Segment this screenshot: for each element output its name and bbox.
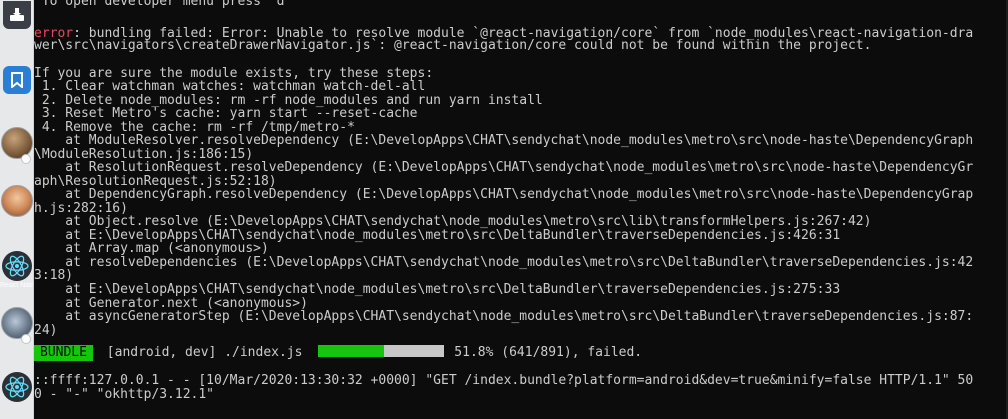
bookmark-app[interactable] (0, 62, 33, 98)
stack-line: at DependencyGraph.resolveDependency (E:… (34, 187, 974, 202)
bundle-status: 51.8% (641/891), failed. (454, 345, 643, 360)
react-native-label: React Native (0, 282, 33, 289)
stack-line: at resolveDependencies (E:\DevelopApps\C… (34, 255, 974, 270)
bundle-badge: BUNDLE (34, 345, 93, 361)
notification-dot-icon (21, 334, 31, 344)
avatar (0, 185, 33, 217)
taskbar-dock: React Native (0, 0, 34, 419)
bundle-progress-bar (318, 345, 445, 357)
header-line: To open developer menu press "d" (34, 0, 293, 9)
notification-dot-icon (21, 154, 31, 164)
react-native-app-1[interactable]: React Native (0, 238, 33, 294)
download-icon (2, 1, 31, 29)
terminal-output[interactable]: To open developer menu press "d" error: … (34, 0, 1008, 419)
bundle-status-line: BUNDLE [android, dev] ./index.js 51.8% (… (34, 345, 642, 361)
avatar-app-1[interactable] (0, 120, 33, 166)
react-logo-icon (1, 251, 32, 281)
avatar-app-3[interactable] (0, 300, 33, 346)
bundle-progress-fill (318, 345, 384, 357)
request-log-line-cont: 0 - "-" "okhttp/3.12.1" (34, 387, 215, 402)
react-native-app-2[interactable] (0, 362, 33, 412)
bookmark-icon (2, 66, 31, 94)
stack-line: at asyncGeneratorStep (E:\DevelopApps\CH… (34, 309, 974, 324)
react-logo-icon (1, 372, 32, 402)
avatar-app-2[interactable] (0, 178, 33, 224)
stack-line: 24) (34, 323, 58, 338)
download-app[interactable] (0, 0, 33, 30)
bundle-target: [android, dev] ./index.js (98, 345, 311, 360)
error-line-cont: wer\src\navigators\createDrawerNavigator… (34, 38, 872, 53)
